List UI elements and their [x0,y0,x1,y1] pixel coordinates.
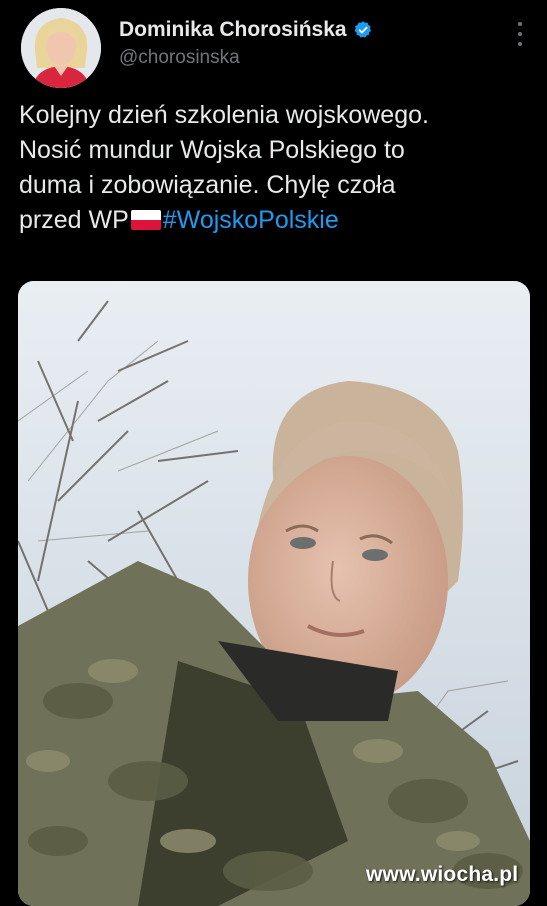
avatar[interactable] [21,8,101,88]
post-text-line: przed WP #WojskoPolskie [19,203,534,238]
post-text-line: Kolejny dzień szkolenia wojskowego. [19,101,429,129]
post-text-line: duma i zobowiązanie. Chylę czoła [19,171,396,199]
post-text-fragment: przed WP [19,206,129,234]
post-photo[interactable]: www.wiocha.pl [18,281,530,906]
author-names: Dominika Chorosińska @chorosinska [119,18,373,69]
verified-badge-icon [353,20,373,40]
avatar-image [21,8,101,88]
post-header: Dominika Chorosińska @chorosinska [0,0,547,95]
hashtag-link[interactable]: #WojskoPolskie [163,206,339,234]
watermark: www.wiocha.pl [366,863,519,886]
post-text-line: Nosić mundur Wojska Polskiego to [19,136,405,164]
more-options-icon[interactable] [515,22,525,46]
poland-flag-icon [130,210,161,230]
author-handle[interactable]: @chorosinska [119,47,373,69]
selfie-photo [18,281,530,906]
post-text: Kolejny dzień szkolenia wojskowego. Nosi… [19,98,534,238]
author-display-name[interactable]: Dominika Chorosińska [119,18,347,42]
